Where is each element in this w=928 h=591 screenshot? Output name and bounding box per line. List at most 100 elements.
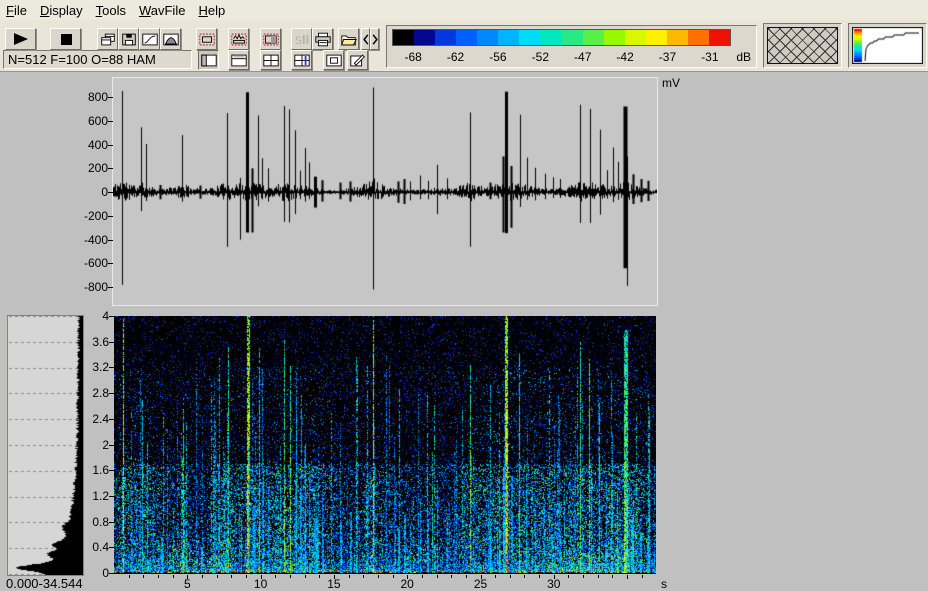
tick-label: 1.2	[92, 489, 109, 503]
layout-grid-scale-button[interactable]	[291, 50, 312, 70]
colorbar-segment	[709, 30, 730, 45]
analysis-params-box: N=512 F=100 O=88 HAM	[3, 50, 192, 69]
tick-mark	[583, 575, 584, 578]
prev-icon	[362, 32, 370, 47]
layout-single-button[interactable]	[323, 50, 344, 70]
colorbar-segment	[646, 30, 667, 45]
tick-mark	[437, 575, 438, 578]
colorbar-segment	[456, 30, 477, 45]
cascade-windows-button[interactable]	[97, 28, 118, 50]
tick-mark	[217, 575, 218, 578]
colorbar-tick-label: -37	[659, 50, 676, 64]
tick-mark	[129, 575, 130, 578]
spectrogram-display-button[interactable]	[196, 28, 217, 50]
tick-mark	[349, 575, 350, 578]
open-file-button[interactable]	[338, 28, 359, 50]
svg-text:S: S	[294, 35, 301, 47]
tick-mark	[422, 575, 423, 578]
tick-mark	[109, 470, 114, 471]
tick-label: 600	[88, 114, 108, 128]
x-tick-label: 15	[327, 577, 340, 591]
spectrogram-display-icon	[198, 32, 216, 47]
play-button[interactable]	[5, 28, 36, 50]
x-tick-label: 20	[401, 577, 414, 591]
colorbar-segment	[625, 30, 646, 45]
menu-item-file[interactable]: File	[6, 3, 27, 18]
tick-label: 3.6	[92, 335, 109, 349]
avg-spectrum-panel	[7, 315, 84, 576]
tick-mark	[109, 445, 114, 446]
tick-mark	[246, 575, 247, 578]
menu-item-help[interactable]: Help	[198, 3, 225, 18]
colorbar-segment	[414, 30, 435, 45]
spectrogram-canvas[interactable]	[114, 316, 656, 573]
tick-label: -800	[84, 280, 108, 294]
tick-mark	[108, 216, 113, 217]
tick-mark	[202, 575, 203, 578]
lattice-pattern-icon	[767, 27, 838, 64]
tick-mark	[378, 575, 379, 578]
layout-header-button[interactable]	[228, 50, 249, 70]
tick-label: -600	[84, 256, 108, 270]
window-function-button[interactable]	[160, 28, 181, 50]
menu-item-tools[interactable]: Tools	[96, 3, 126, 18]
dual-display-button[interactable]	[260, 28, 281, 50]
transfer-curve-button[interactable]	[139, 28, 160, 50]
analysis-params-text: N=512 F=100 O=88 HAM	[8, 52, 156, 67]
tick-mark	[642, 575, 643, 578]
layout-vertical-split-button[interactable]	[198, 50, 219, 70]
tick-mark	[554, 575, 555, 579]
waveform-unit-label: mV	[662, 76, 680, 90]
spectrogram-panel[interactable]	[114, 316, 656, 574]
waveform-canvas[interactable]	[113, 78, 657, 305]
tick-mark	[275, 575, 276, 578]
colorbar-segment	[667, 30, 688, 45]
tick-mark	[334, 575, 335, 579]
colorbar-segment	[477, 30, 498, 45]
annotate-button[interactable]	[347, 50, 368, 70]
waveform-display-button[interactable]	[228, 28, 249, 50]
colorbar-segment	[540, 30, 561, 45]
stop-icon	[53, 31, 79, 47]
colorbar-tick-label: -68	[405, 50, 422, 64]
prev-button[interactable]	[361, 28, 370, 50]
colorbar-segment	[583, 30, 604, 45]
layout-grid-button[interactable]	[260, 50, 281, 70]
colorbar-segment	[498, 30, 519, 45]
tick-mark	[109, 573, 114, 574]
menu-bar: File Display Tools WavFile Help	[0, 0, 928, 20]
scale-display-button[interactable]: S	[291, 28, 312, 50]
window-chrome: File Display Tools WavFile Help N=512 F=100 …	[0, 0, 928, 72]
next-button[interactable]	[370, 28, 379, 50]
colorbar-tick-label: -47	[574, 50, 591, 64]
colorbar-segment	[604, 30, 625, 45]
tick-mark	[231, 575, 232, 578]
colorbar-segment	[393, 30, 414, 45]
colorbar-segment	[688, 30, 709, 45]
save-icon	[120, 32, 138, 47]
dual-display-icon	[262, 32, 280, 47]
menu-item-display[interactable]: Display	[40, 3, 83, 18]
tick-mark	[290, 575, 291, 578]
stop-button[interactable]	[50, 28, 81, 50]
tick-mark	[109, 522, 114, 523]
print-button[interactable]	[312, 28, 333, 50]
pattern-thumbnail	[763, 23, 842, 68]
tick-mark	[109, 316, 114, 317]
colorbar-tick-label: -42	[616, 50, 633, 64]
tick-label: 3.2	[92, 360, 109, 374]
save-button[interactable]	[118, 28, 139, 50]
avg-spectrum-canvas	[8, 316, 83, 575]
tick-mark	[407, 575, 408, 579]
x-tick-label: 10	[254, 577, 267, 591]
tick-label: -200	[84, 209, 108, 223]
colorbar-segment	[435, 30, 456, 45]
menu-item-wavfile[interactable]: WavFile	[139, 3, 185, 18]
tick-mark	[319, 575, 320, 578]
tick-label: 1.6	[92, 463, 109, 477]
tick-label: 0	[102, 566, 109, 580]
colorbar-tick-label: -56	[489, 50, 506, 64]
waveform-panel[interactable]	[112, 77, 658, 306]
tick-mark	[481, 575, 482, 579]
tick-mark	[363, 575, 364, 578]
